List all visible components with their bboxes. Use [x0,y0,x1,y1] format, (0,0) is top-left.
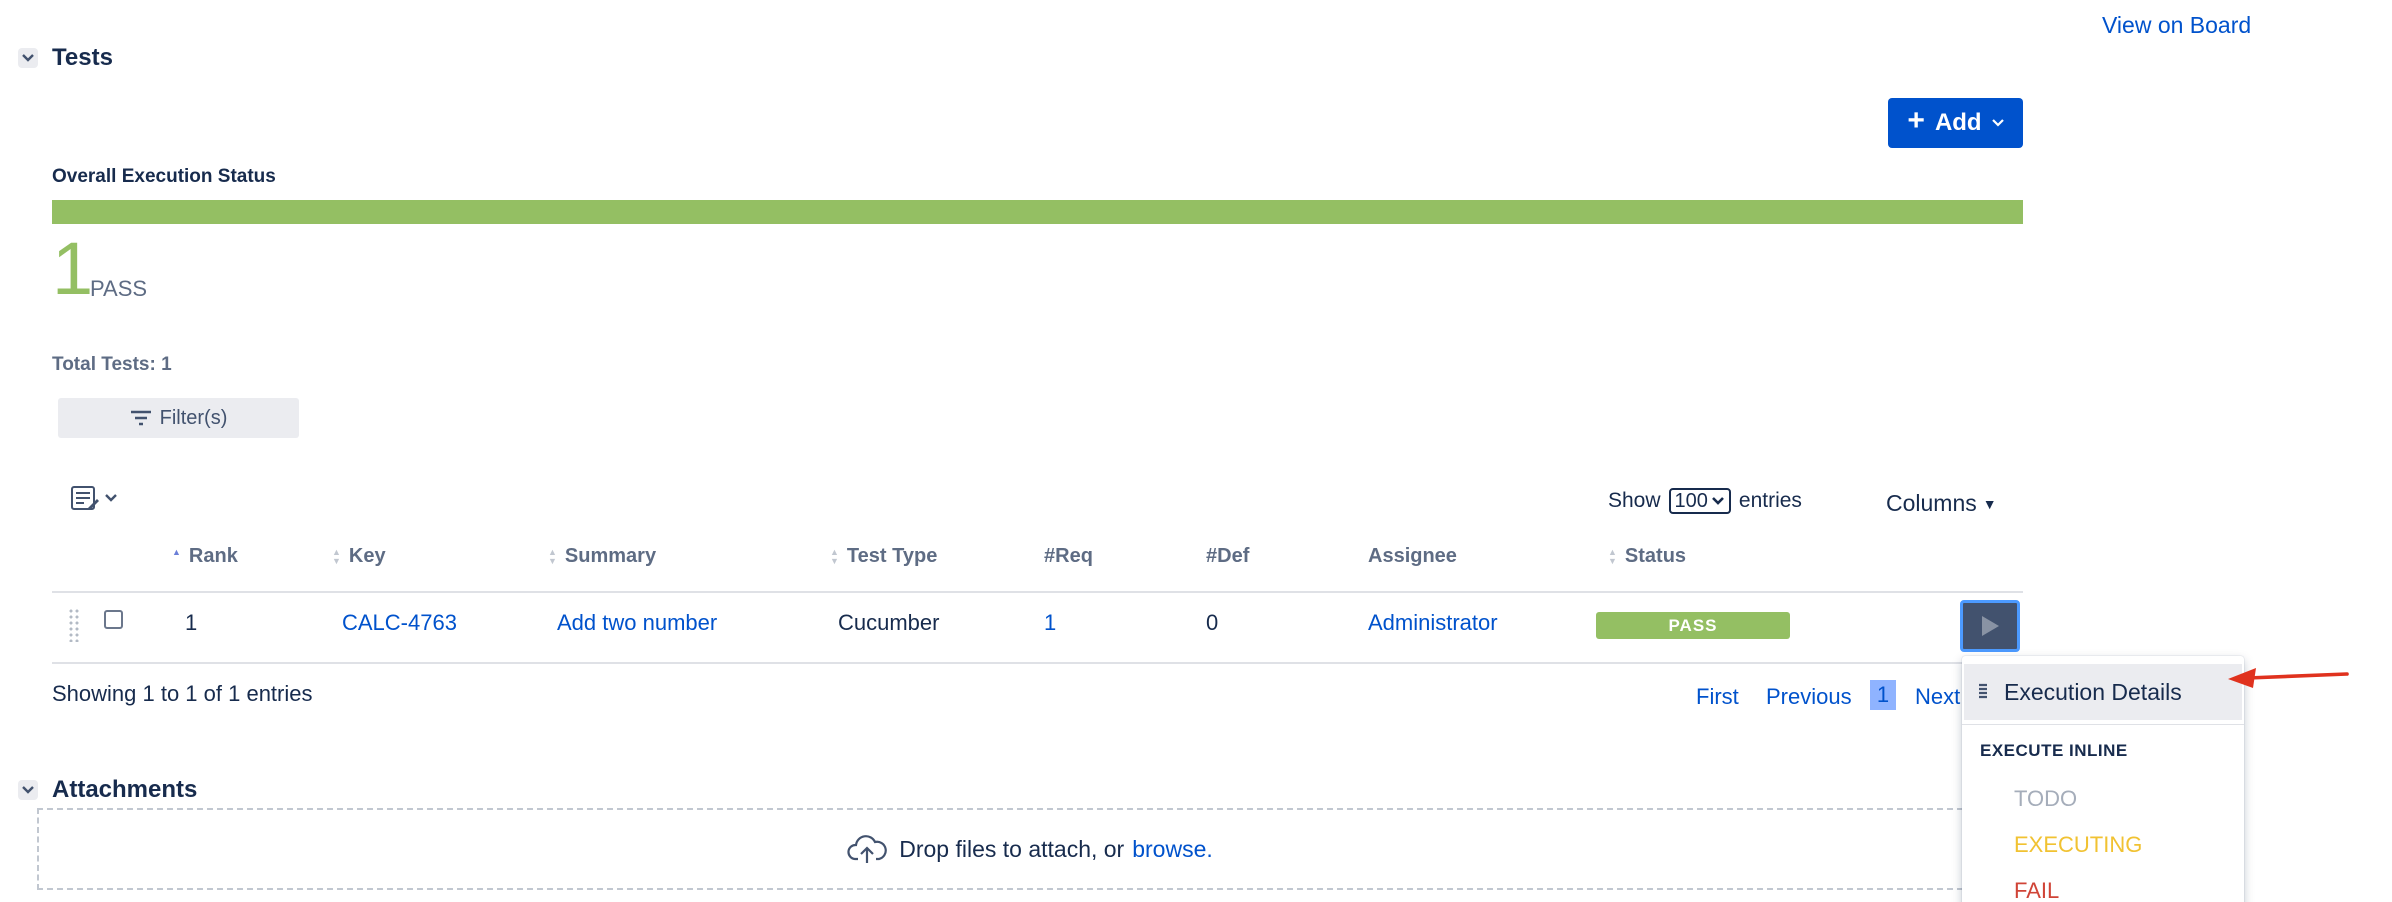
menu-item-execution-details[interactable]: Execution Details [1964,664,2242,720]
column-header-def: #Def [1206,545,1249,568]
table-row-divider [52,662,2023,664]
execution-details-label: Execution Details [2004,678,2182,705]
play-icon [1982,616,1999,636]
filters-button[interactable]: Filter(s) [58,398,299,438]
pagination-previous[interactable]: Previous [1766,684,1852,710]
overall-execution-status-label: Overall Execution Status [52,166,276,187]
execute-dropdown-menu: Execution Details EXECUTE INLINE TODO EX… [1962,656,2244,902]
pagination-current-page[interactable]: 1 [1870,680,1896,710]
view-on-board-link[interactable]: View on Board [2102,12,2251,39]
row-def: 0 [1206,610,1219,635]
showing-entries-text: Showing 1 to 1 of 1 entries [52,681,313,706]
drop-files-text: Drop files to attach, or [899,835,1125,862]
chevron-down-icon [1991,119,2004,127]
execute-inline-header: EXECUTE INLINE [1980,741,2128,760]
execute-button[interactable] [1960,600,2020,652]
annotation-arrow-icon [2228,668,2349,688]
menu-option-executing[interactable]: EXECUTING [2014,832,2142,858]
entries-label: entries [1738,489,1802,512]
filter-icon [130,410,151,426]
drag-handle-icon[interactable] [68,608,80,642]
column-header-test-type[interactable]: ▲ ▼ Test Type [830,545,937,568]
browse-link[interactable]: browse. [1132,836,1213,863]
header-key-label: Key [348,545,386,567]
menu-option-todo[interactable]: TODO [2014,786,2077,812]
tests-section-header[interactable]: Tests [18,44,113,72]
header-test-type-label: Test Type [846,545,938,567]
entries-select-value: 100 [1674,489,1708,512]
column-header-status[interactable]: ▲ ▼ Status [1608,545,1686,568]
header-assignee-label: Assignee [1368,545,1457,567]
row-checkbox[interactable] [104,610,123,629]
chevron-down-icon[interactable] [18,48,38,68]
plus-icon: + [1907,104,1925,137]
columns-label: Columns [1886,490,1977,516]
column-header-rank[interactable]: ▲▼ Rank [172,545,238,568]
caret-down-icon: ▼ [1982,495,1997,512]
sort-icon: ▲▼ [1608,546,1617,566]
filters-label: Filter(s) [159,406,228,429]
row-assignee-link[interactable]: Administrator [1368,610,1498,636]
header-status-label: Status [1624,545,1687,567]
header-rank-label: Rank [188,545,238,567]
column-header-key[interactable]: ▲ ▼ Key [332,545,386,568]
column-header-summary[interactable]: ▲ ▼ Summary [548,545,656,568]
pass-count: 1 [52,227,94,310]
list-icon [1979,683,1987,699]
cloud-upload-icon [847,835,888,863]
header-req-label: #Req [1044,545,1093,567]
add-button-label: Add [1934,109,1982,136]
row-req-link[interactable]: 1 [1044,610,1056,636]
row-test-type: Cucumber [838,610,940,635]
menu-option-fail[interactable]: FAIL [2014,878,2059,902]
tests-section-title: Tests [52,44,113,71]
sort-icon: ▲▼ [332,546,341,566]
column-header-req: #Req [1044,545,1093,568]
attachments-section-header[interactable]: Attachments [18,776,197,804]
add-test-button[interactable]: + Add [1888,98,2023,148]
sort-icon: ▲▼ [830,546,839,566]
menu-divider [1962,724,2244,725]
column-header-assignee: Assignee [1368,545,1457,568]
view-picker[interactable] [70,484,118,512]
row-summary-link[interactable]: Add two number [557,610,717,636]
sort-icon: ▲▼ [172,546,181,557]
chevron-down-icon [1711,497,1724,505]
header-summary-label: Summary [564,545,657,567]
attachment-dropzone[interactable]: Drop files to attach, or browse. [37,808,2023,890]
columns-button[interactable]: Columns ▼ [1886,490,1997,517]
chevron-down-icon [105,494,117,502]
entries-select[interactable]: 100 [1668,488,1731,514]
table-header-divider [52,591,2023,593]
chevron-down-icon[interactable] [18,780,38,800]
show-entries: Show 100 entries [1608,488,1802,514]
pass-count-label: PASS [90,276,148,301]
table-view-icon [71,486,99,510]
show-label: Show [1608,489,1661,512]
pagination-first[interactable]: First [1696,684,1739,710]
row-rank: 1 [185,610,198,635]
pagination-next[interactable]: Next [1915,684,1960,710]
status-badge: PASS [1596,612,1790,639]
sort-icon: ▲▼ [548,546,557,566]
attachments-section-title: Attachments [52,776,198,803]
header-def-label: #Def [1206,545,1250,567]
row-key-link[interactable]: CALC-4763 [342,610,457,636]
total-tests: Total Tests: 1 [52,354,172,375]
execution-status-bar [52,200,2023,224]
